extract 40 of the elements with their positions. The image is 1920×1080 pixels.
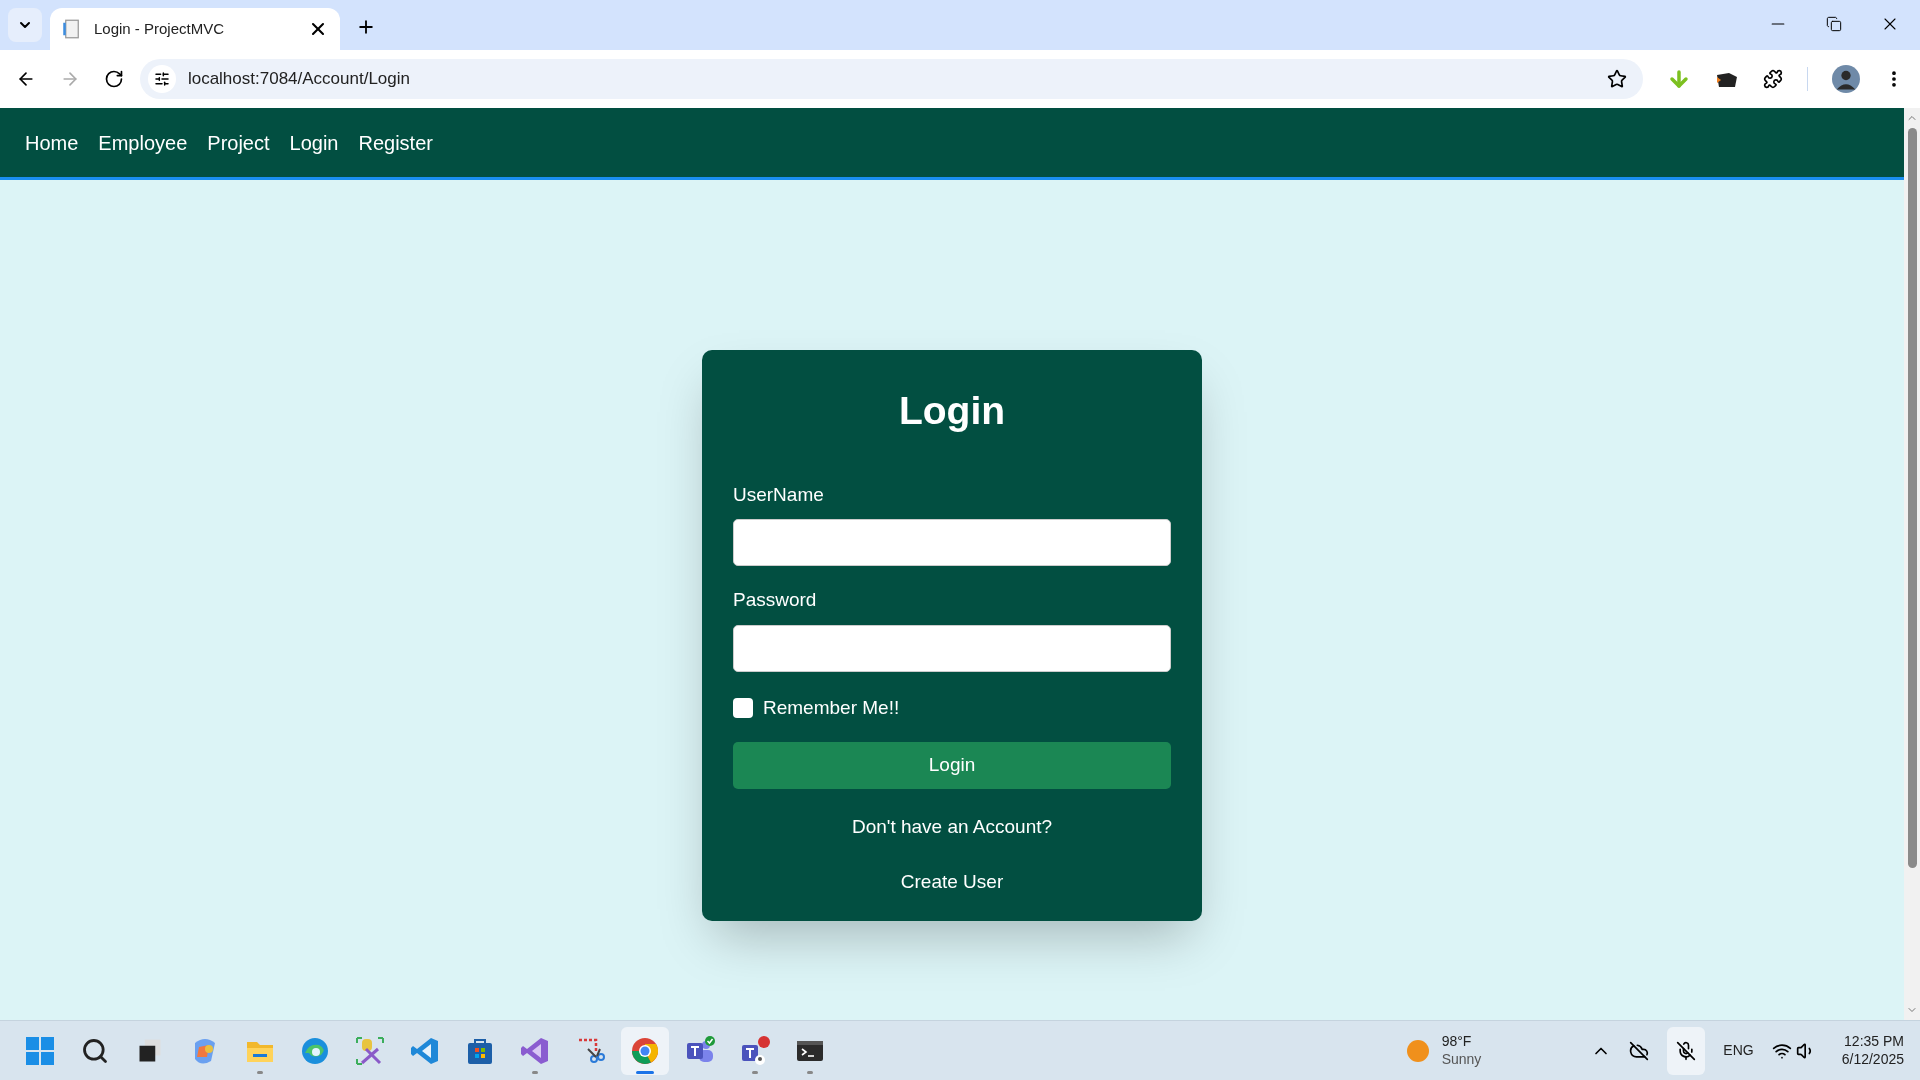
new-tab-icon[interactable] bbox=[356, 17, 376, 37]
account-prompt: Don't have an Account? bbox=[850, 815, 1054, 839]
nav-link[interactable]: Employee bbox=[98, 127, 188, 158]
reload-icon[interactable] bbox=[103, 69, 124, 89]
windows-logo-icon bbox=[24, 1034, 56, 1067]
nav-link[interactable]: Project bbox=[207, 127, 270, 158]
nav-link[interactable]: Home bbox=[25, 127, 79, 158]
temperature-text: 98°F bbox=[1441, 1033, 1473, 1051]
cloud-off-icon[interactable] bbox=[1629, 1040, 1650, 1061]
mic-off-icon[interactable] bbox=[1676, 1040, 1697, 1061]
card-title: Login bbox=[897, 388, 1007, 434]
puzzle-icon[interactable] bbox=[1763, 69, 1784, 89]
page-icon bbox=[62, 19, 82, 39]
sun-icon bbox=[1405, 1038, 1430, 1063]
wrench-cylinder-icon bbox=[354, 1034, 386, 1067]
language-indicator[interactable]: ENG bbox=[1723, 1040, 1754, 1061]
login-button[interactable]: Login bbox=[733, 742, 1171, 789]
nav-link[interactable]: Login bbox=[289, 127, 339, 158]
avatar-icon[interactable] bbox=[1832, 65, 1860, 93]
field-label: UserName bbox=[733, 482, 825, 507]
field-label: Password bbox=[733, 588, 818, 612]
clock-time[interactable]: 12:35 PM bbox=[1844, 1033, 1904, 1051]
site-settings-icon[interactable] bbox=[153, 71, 170, 87]
tab-list-button[interactable] bbox=[8, 8, 42, 42]
create-user-link[interactable]: Create User bbox=[900, 867, 1004, 896]
input-field[interactable] bbox=[733, 519, 1171, 566]
search-icon bbox=[81, 1036, 109, 1065]
nav-link[interactable]: Register bbox=[358, 127, 433, 158]
url-text: localhost:7084/Account/Login bbox=[187, 68, 411, 91]
restore-icon[interactable] bbox=[1826, 16, 1842, 32]
clock-date[interactable]: 6/12/2025 bbox=[1841, 1050, 1904, 1068]
star-icon[interactable] bbox=[1607, 69, 1628, 89]
address-bar[interactable]: localhost:7084/Account/Login bbox=[139, 59, 1644, 99]
input-field[interactable] bbox=[733, 624, 1171, 672]
weather-condition: Sunny bbox=[1441, 1050, 1482, 1068]
browser-tab[interactable]: Login - ProjectMVC bbox=[50, 8, 340, 50]
tab-title: Login - ProjectMVC bbox=[94, 18, 226, 39]
checkbox-label: Remember Me!! bbox=[763, 695, 900, 720]
remember-checkbox[interactable] bbox=[733, 697, 753, 718]
people-tile-icon bbox=[739, 1034, 771, 1067]
